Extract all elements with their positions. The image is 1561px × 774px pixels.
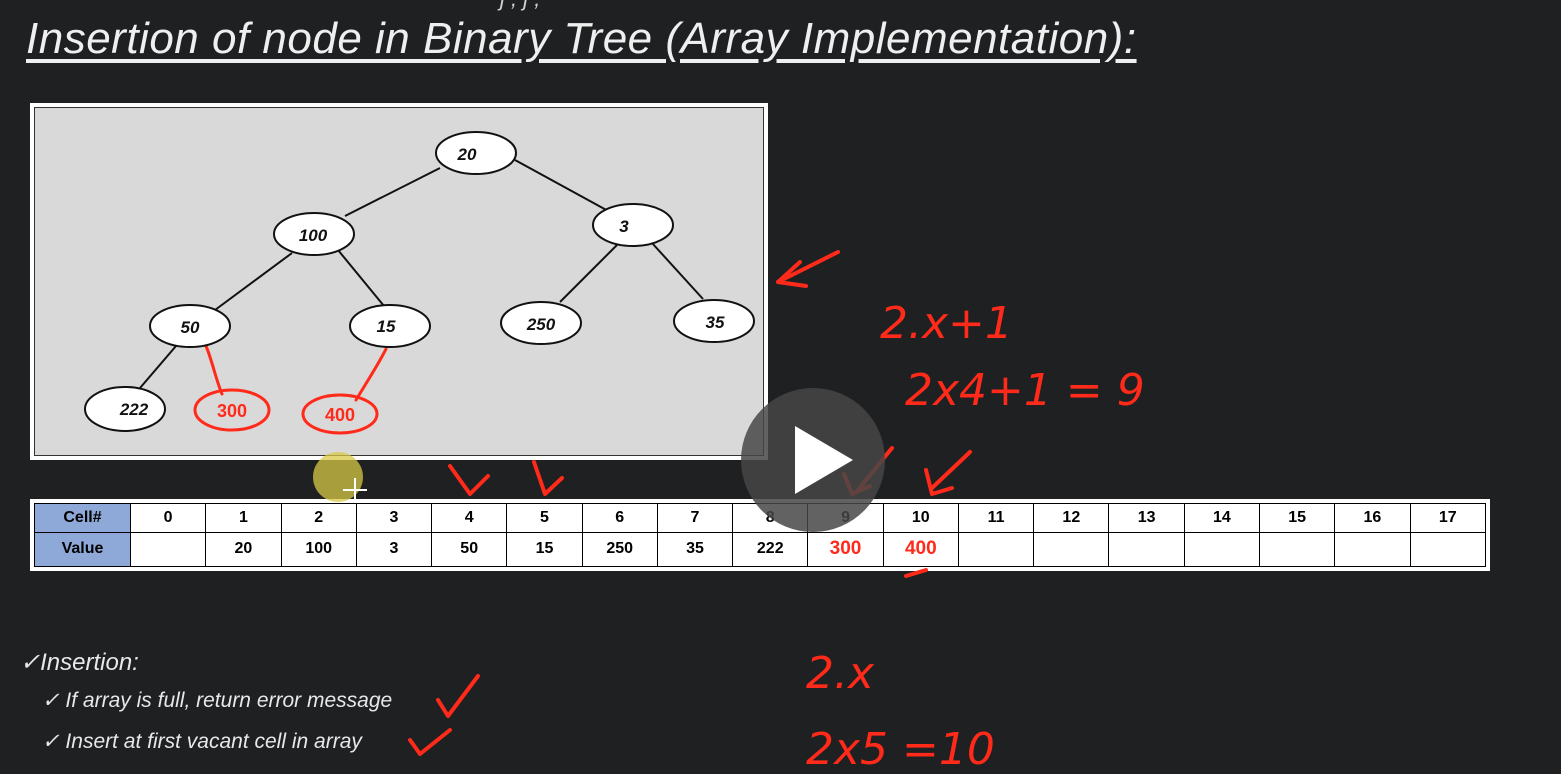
cell-value-handwritten: 300 xyxy=(807,531,884,567)
arrow-cell-10 xyxy=(924,450,972,496)
cell-value xyxy=(1183,531,1260,567)
cell-index: 13 xyxy=(1108,503,1185,533)
annotation-formula: 2.x xyxy=(806,648,875,699)
cell-value xyxy=(1334,531,1411,567)
cell-value: 50 xyxy=(431,531,508,567)
check-mark xyxy=(408,728,452,756)
cell-value: 250 xyxy=(581,531,658,567)
cell-value: 35 xyxy=(656,531,734,567)
arrow-to-tree xyxy=(776,250,840,288)
play-icon[interactable] xyxy=(741,388,885,532)
cell-value-handwritten: 400 xyxy=(882,531,959,567)
cell-index: 15 xyxy=(1258,503,1336,533)
cell-index: 1 xyxy=(205,503,282,533)
value-header: Value xyxy=(34,531,131,567)
arrow-cell-4 xyxy=(448,464,490,496)
cell-value: 15 xyxy=(506,531,583,567)
cell-index: 10 xyxy=(882,503,959,533)
cell-index: 11 xyxy=(957,503,1035,533)
cell-value xyxy=(1108,531,1185,567)
cell-index: 12 xyxy=(1033,503,1110,533)
cell-index: 14 xyxy=(1183,503,1260,533)
cell-value-row: Value 20 100 3 50 15 250 35 222 300 400 xyxy=(34,531,1487,567)
cell-value xyxy=(957,531,1035,567)
cell-value xyxy=(1033,531,1110,567)
clipped-top-text: j , j , xyxy=(500,0,540,12)
bullet-heading: ✓Insertion: xyxy=(20,649,139,676)
cell-value: 100 xyxy=(280,531,357,567)
cell-header: Cell# xyxy=(34,503,131,533)
cell-index: 3 xyxy=(355,503,433,533)
slide-title: Insertion of node in Binary Tree (Array … xyxy=(26,14,1137,63)
annotation-formula: 2x5 =10 xyxy=(806,724,995,774)
cell-value xyxy=(1258,531,1336,567)
tree-diagram-panel xyxy=(30,103,768,460)
cell-value xyxy=(129,531,207,567)
cell-index: 2 xyxy=(280,503,357,533)
cell-index: 0 xyxy=(129,503,207,533)
bullet-item: ✓ Insert at first vacant cell in array xyxy=(42,730,362,753)
annotation-formula: 2.x+1 xyxy=(880,298,1013,349)
cell-value: 3 xyxy=(355,531,433,567)
cell-value xyxy=(1409,531,1487,567)
cell-index: 17 xyxy=(1409,503,1487,533)
annotation-formula: 2x4+1 = 9 xyxy=(905,365,1145,416)
cell-value: 20 xyxy=(205,531,282,567)
arrow-cell-5 xyxy=(532,460,564,496)
cell-index: 5 xyxy=(506,503,583,533)
cell-value: 222 xyxy=(732,531,809,567)
check-mark xyxy=(436,674,480,718)
cell-index: 6 xyxy=(581,503,658,533)
cell-index: 7 xyxy=(656,503,734,533)
bullet-item: ✓ If array is full, return error message xyxy=(42,689,393,712)
cell-index: 16 xyxy=(1334,503,1411,533)
cell-index: 4 xyxy=(431,503,508,533)
crosshair-cursor-icon xyxy=(343,478,367,502)
